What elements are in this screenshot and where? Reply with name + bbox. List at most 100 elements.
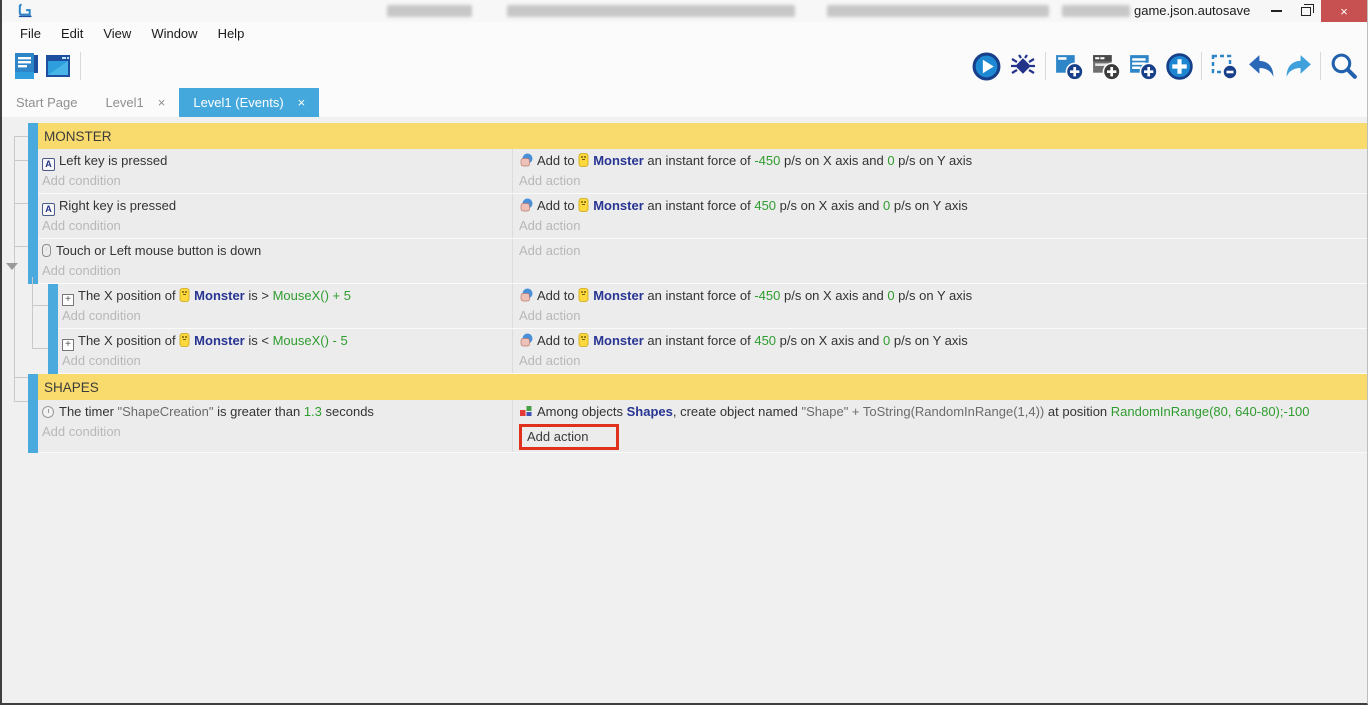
- event-color-bar: [28, 374, 38, 400]
- redo-button[interactable]: [1282, 50, 1314, 82]
- create-object-icon: [519, 404, 533, 418]
- undo-button[interactable]: [1245, 50, 1277, 82]
- action[interactable]: Add to Monster an instant force of 450 p…: [519, 196, 1367, 216]
- menu-view[interactable]: View: [93, 26, 141, 41]
- tab-close-icon[interactable]: ×: [298, 95, 306, 110]
- minimize-icon: [1271, 10, 1282, 12]
- toolbar: [2, 44, 1367, 88]
- menu-window[interactable]: Window: [141, 26, 207, 41]
- toolbar-separator: [1320, 52, 1321, 80]
- events-sheet: MONSTER ALeft key is pressed Add conditi…: [2, 117, 1367, 705]
- group-header[interactable]: SHAPES: [38, 374, 1367, 400]
- monster-object-icon: [179, 333, 190, 347]
- tab-level1[interactable]: Level1 ×: [91, 88, 179, 117]
- sub-event-row[interactable]: +The X position of Monster is > MouseX()…: [48, 284, 1367, 329]
- add-other-event-button[interactable]: [1163, 50, 1195, 82]
- group-header[interactable]: MONSTER: [38, 123, 1367, 149]
- action[interactable]: Add to Monster an instant force of 450 p…: [519, 331, 1367, 351]
- add-condition-link[interactable]: Add condition: [62, 306, 512, 326]
- add-sub-event-button[interactable]: [1089, 50, 1121, 82]
- sub-event-row[interactable]: +The X position of Monster is < MouseX()…: [48, 329, 1367, 374]
- menu-edit[interactable]: Edit: [51, 26, 93, 41]
- window-title: game.json.autosave: [1134, 3, 1250, 18]
- event-color-bar: [28, 149, 38, 194]
- condition[interactable]: +The X position of Monster is > MouseX()…: [62, 286, 512, 306]
- event-color-bar: [28, 123, 38, 149]
- event-color-bar: [48, 284, 58, 329]
- tree-line: [14, 160, 28, 161]
- add-action-link[interactable]: Add action: [519, 351, 1367, 371]
- preview-button[interactable]: [970, 50, 1002, 82]
- add-action-link[interactable]: Add action: [519, 241, 1367, 261]
- add-sub-event-icon: [1090, 51, 1121, 82]
- group-row-shapes[interactable]: SHAPES: [28, 374, 1367, 400]
- conditions-column: ALeft key is pressed Add condition: [38, 149, 512, 193]
- event-row[interactable]: Touch or Left mouse button is down Add c…: [28, 239, 1367, 284]
- position-icon: +: [62, 339, 74, 351]
- conditions-column: The timer "ShapeCreation" is greater tha…: [38, 400, 512, 452]
- search-icon: [1328, 51, 1359, 82]
- scene-editor-icon: [43, 51, 73, 81]
- position-icon: +: [62, 294, 74, 306]
- condition[interactable]: ALeft key is pressed: [42, 151, 512, 171]
- menu-file[interactable]: File: [10, 26, 51, 41]
- add-comment-icon: [1127, 51, 1158, 82]
- toolbar-separator: [1045, 52, 1046, 80]
- add-comment-button[interactable]: [1126, 50, 1158, 82]
- bug-icon: [1008, 51, 1038, 81]
- project-manager-button[interactable]: [10, 50, 42, 82]
- conditions-column: Touch or Left mouse button is down Add c…: [38, 239, 512, 283]
- event-row[interactable]: ALeft key is pressed Add condition Add t…: [28, 149, 1367, 194]
- add-condition-link[interactable]: Add condition: [42, 171, 512, 191]
- tree-line: [14, 136, 28, 137]
- monster-object-icon: [578, 198, 589, 212]
- add-action-link[interactable]: Add action: [519, 306, 1367, 326]
- action[interactable]: Among objects Shapes, create object name…: [519, 402, 1367, 422]
- condition[interactable]: +The X position of Monster is < MouseX()…: [62, 331, 512, 351]
- actions-column: Among objects Shapes, create object name…: [512, 400, 1367, 452]
- action[interactable]: Add to Monster an instant force of -450 …: [519, 286, 1367, 306]
- condition[interactable]: ARight key is pressed: [42, 196, 512, 216]
- add-action-link[interactable]: Add action: [519, 171, 1367, 191]
- restore-button[interactable]: [1291, 0, 1321, 22]
- tree-line: [32, 277, 33, 349]
- add-circle-icon: [1164, 51, 1195, 82]
- conditions-column: +The X position of Monster is < MouseX()…: [58, 329, 512, 373]
- condition[interactable]: Touch or Left mouse button is down: [42, 241, 512, 261]
- scene-editor-button[interactable]: [42, 50, 74, 82]
- monster-object-icon: [578, 288, 589, 302]
- event-row[interactable]: The timer "ShapeCreation" is greater tha…: [28, 400, 1367, 453]
- add-action-link-highlighted[interactable]: Add action: [519, 424, 619, 450]
- keyboard-key-icon: A: [42, 158, 55, 171]
- tab-level1-events[interactable]: Level1 (Events) ×: [179, 88, 319, 117]
- add-condition-link[interactable]: Add condition: [42, 261, 512, 281]
- menu-bar: File Edit View Window Help: [2, 22, 1367, 44]
- tree-line: [14, 377, 28, 378]
- actions-column: Add to Monster an instant force of -450 …: [512, 284, 1367, 328]
- add-event-button[interactable]: [1052, 50, 1084, 82]
- tab-label: Level1 (Events): [193, 95, 283, 110]
- tree-line: [32, 305, 48, 306]
- project-manager-icon: [11, 51, 41, 81]
- tab-start-page[interactable]: Start Page: [2, 88, 91, 117]
- add-condition-link[interactable]: Add condition: [62, 351, 512, 371]
- add-condition-link[interactable]: Add condition: [42, 422, 512, 442]
- event-row[interactable]: ARight key is pressed Add condition Add …: [28, 194, 1367, 239]
- menu-help[interactable]: Help: [208, 26, 255, 41]
- tab-close-icon[interactable]: ×: [158, 95, 166, 110]
- minimize-button[interactable]: [1261, 0, 1291, 22]
- search-button[interactable]: [1327, 50, 1359, 82]
- delete-selection-button[interactable]: [1208, 50, 1240, 82]
- action[interactable]: Add to Monster an instant force of -450 …: [519, 151, 1367, 171]
- conditions-column: ARight key is pressed Add condition: [38, 194, 512, 238]
- add-event-icon: [1053, 51, 1084, 82]
- conditions-column: +The X position of Monster is > MouseX()…: [58, 284, 512, 328]
- close-button[interactable]: ×: [1321, 0, 1367, 22]
- debugger-button[interactable]: [1007, 50, 1039, 82]
- collapse-expander-icon[interactable]: [6, 263, 18, 270]
- add-condition-link[interactable]: Add condition: [42, 216, 512, 236]
- condition[interactable]: The timer "ShapeCreation" is greater tha…: [42, 402, 512, 422]
- group-row-monster[interactable]: MONSTER: [28, 123, 1367, 149]
- add-action-link[interactable]: Add action: [519, 216, 1367, 236]
- window-controls: ×: [1261, 0, 1367, 22]
